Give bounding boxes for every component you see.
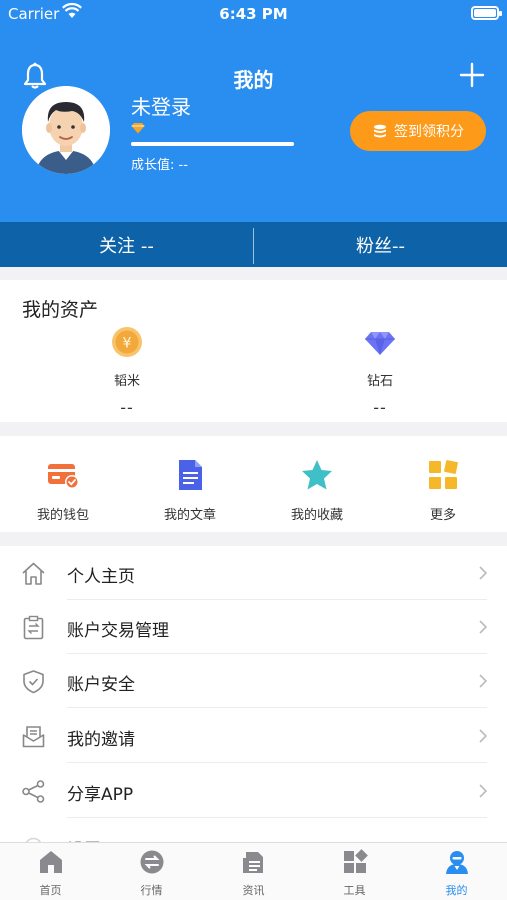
menu-label: 个人主页 bbox=[67, 567, 135, 587]
battery-icon bbox=[471, 6, 502, 20]
asset-diamond[interactable]: 钻石 -- bbox=[310, 326, 450, 417]
exchange-tab-icon bbox=[140, 850, 163, 874]
assets-title: 我的资产 bbox=[22, 299, 99, 321]
follow-bar: 关注 -- 粉丝-- bbox=[0, 222, 507, 267]
home-icon bbox=[22, 562, 45, 585]
asset-value: -- bbox=[120, 398, 134, 417]
signin-points-button[interactable]: 签到领积分 bbox=[350, 111, 486, 151]
svg-text:¥: ¥ bbox=[123, 336, 132, 352]
menu-item-account-security[interactable]: 账户安全 bbox=[0, 654, 507, 708]
profile-tab-icon bbox=[445, 851, 468, 874]
asset-label: 钻石 bbox=[366, 374, 393, 389]
coins-icon bbox=[374, 124, 386, 138]
grid-icon bbox=[429, 460, 458, 489]
avatar[interactable] bbox=[22, 86, 110, 174]
user-avatar-icon bbox=[22, 86, 110, 174]
quick-articles[interactable]: 我的文章 bbox=[135, 458, 245, 523]
mail-icon bbox=[22, 726, 45, 748]
quick-label: 我的文章 bbox=[163, 508, 216, 523]
settings-icon bbox=[25, 837, 42, 842]
status-time: 6:43 PM bbox=[219, 5, 288, 23]
menu-item-invitations[interactable]: 我的邀请 bbox=[0, 709, 507, 763]
star-icon bbox=[302, 460, 332, 490]
divider bbox=[67, 707, 487, 708]
menu-item-settings[interactable]: 设置 bbox=[0, 819, 507, 842]
menu-list: 个人主页 账户交易管理 账户安全 我的邀请 分享APP bbox=[0, 546, 507, 842]
quick-wallet[interactable]: 我的钱包 bbox=[8, 458, 118, 523]
tab-label: 行情 bbox=[140, 884, 163, 897]
wallet-icon bbox=[48, 464, 79, 489]
shield-check-icon bbox=[23, 670, 44, 694]
chevron-right-icon bbox=[479, 729, 487, 743]
divider bbox=[67, 762, 487, 763]
chevron-right-icon bbox=[479, 674, 487, 688]
home-tab-icon bbox=[39, 851, 62, 873]
chevron-right-icon bbox=[479, 784, 487, 798]
quick-label: 我的收藏 bbox=[290, 508, 343, 523]
tab-home[interactable]: 首页 bbox=[0, 849, 101, 898]
growth-progress-bar bbox=[131, 142, 294, 146]
quick-label: 我的钱包 bbox=[36, 508, 89, 523]
tab-market[interactable]: 行情 bbox=[101, 849, 202, 898]
following-count[interactable]: 关注 -- bbox=[0, 222, 253, 267]
level-diamond-icon bbox=[131, 123, 145, 134]
asset-value: -- bbox=[373, 398, 387, 417]
share-icon bbox=[22, 780, 45, 803]
yuan-coin-icon: ¥ bbox=[112, 327, 142, 357]
diamond-icon bbox=[365, 332, 395, 355]
tab-news[interactable]: 资讯 bbox=[203, 849, 304, 898]
menu-label: 设置 bbox=[67, 835, 101, 842]
news-tab-icon bbox=[242, 852, 263, 873]
tab-label: 我的 bbox=[445, 884, 468, 897]
chevron-right-icon bbox=[479, 620, 487, 634]
profile-header: Carrier 6:43 PM 我的 未登录 成长值: -- 签到领积分 bbox=[0, 0, 507, 222]
quick-favorites[interactable]: 我的收藏 bbox=[262, 458, 372, 523]
quick-label: 更多 bbox=[429, 508, 456, 523]
tab-profile[interactable]: 我的 bbox=[406, 849, 507, 898]
tab-tools[interactable]: 工具 bbox=[304, 849, 405, 898]
document-icon bbox=[179, 460, 202, 490]
fans-count[interactable]: 粉丝-- bbox=[254, 222, 507, 267]
asset-label: 韬米 bbox=[113, 374, 140, 389]
tools-tab-icon bbox=[343, 849, 368, 873]
transfer-clipboard-icon bbox=[23, 615, 44, 640]
menu-label: 账户交易管理 bbox=[67, 621, 169, 641]
tab-label: 工具 bbox=[343, 884, 366, 897]
tab-label: 首页 bbox=[39, 884, 62, 897]
plus-icon[interactable] bbox=[459, 62, 485, 88]
quick-more[interactable]: 更多 bbox=[388, 458, 498, 523]
divider bbox=[67, 817, 487, 818]
assets-section: 我的资产 ¥ 韬米 -- 钻石 -- bbox=[0, 280, 507, 422]
menu-label: 分享APP bbox=[67, 785, 134, 805]
menu-item-share-app[interactable]: 分享APP bbox=[0, 764, 507, 818]
username-label[interactable]: 未登录 bbox=[131, 91, 191, 120]
growth-progress-fill bbox=[131, 142, 294, 146]
growth-value-label: 成长值: -- bbox=[131, 158, 188, 173]
menu-item-account-transactions[interactable]: 账户交易管理 bbox=[0, 600, 507, 654]
menu-item-homepage[interactable]: 个人主页 bbox=[0, 546, 507, 600]
asset-taomi[interactable]: ¥ 韬米 -- bbox=[57, 326, 197, 417]
menu-label: 账户安全 bbox=[67, 675, 135, 695]
status-bar: Carrier 6:43 PM bbox=[0, 0, 507, 28]
quick-actions: 我的钱包 我的文章 我的收藏 更多 bbox=[0, 436, 507, 532]
tab-label: 资讯 bbox=[242, 884, 265, 897]
chevron-right-icon bbox=[479, 566, 487, 580]
menu-label: 我的邀请 bbox=[67, 730, 135, 750]
tab-bar: 首页 行情 资讯 工具 我的 bbox=[0, 842, 507, 900]
signin-points-label: 签到领积分 bbox=[394, 124, 464, 140]
